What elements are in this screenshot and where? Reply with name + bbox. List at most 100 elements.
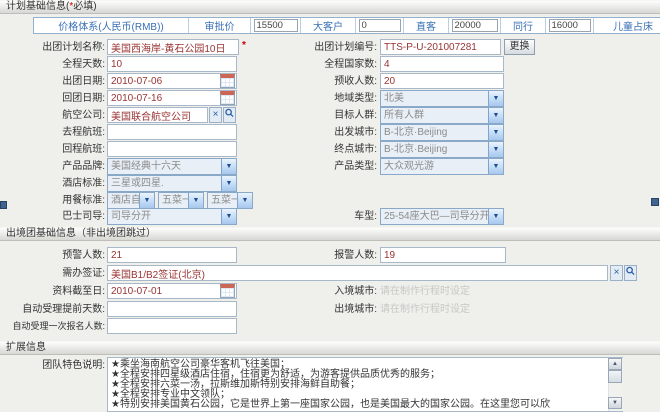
peer-input[interactable]: [549, 19, 591, 32]
clear-icon[interactable]: ×: [610, 265, 623, 281]
region-type-value: 北美: [384, 91, 488, 106]
selection-handle[interactable]: [651, 198, 659, 206]
key-account-cell: [356, 18, 404, 33]
exit-city-label: 出境城市:: [277, 301, 377, 318]
region-type-label: 地域类型:: [277, 90, 377, 107]
visa-label: 需办签证:: [0, 265, 105, 282]
airline-input[interactable]: [107, 107, 208, 123]
total-countries-input[interactable]: [380, 56, 504, 72]
expected-people-input[interactable]: [380, 73, 504, 89]
depart-city-select[interactable]: B-北京·Beijing▼: [380, 124, 504, 141]
expected-people-label: 预收人数:: [277, 73, 377, 90]
section-title-suffix: 必填): [73, 1, 96, 12]
scroll-down-icon[interactable]: ▼: [608, 397, 622, 409]
depart-date-input[interactable]: [107, 73, 237, 89]
team-feature-label: 团队特色说明:: [0, 357, 105, 374]
return-date-label: 回团日期:: [0, 90, 105, 107]
target-group-select[interactable]: 所有人群▼: [380, 107, 504, 124]
chevron-down-icon: ▼: [237, 193, 252, 208]
total-days-input[interactable]: [107, 56, 237, 72]
bus-guide-label: 巴士司导:: [0, 208, 105, 225]
product-type-label: 产品类型:: [277, 158, 377, 175]
hotel-standard-value: 三星或四星.: [111, 176, 221, 191]
plan-name-input[interactable]: [107, 39, 239, 55]
child-bed-label: 儿童占床: [594, 18, 660, 33]
peer-cell: [546, 18, 594, 33]
scrollbar-thumb[interactable]: [608, 370, 622, 383]
bus-guide-select[interactable]: 司导分开▼: [107, 208, 237, 225]
visa-input[interactable]: [107, 265, 608, 281]
product-type-select[interactable]: 大众观光游▼: [380, 158, 504, 175]
direct-customer-cell: [449, 18, 501, 33]
plan-no-input[interactable]: [380, 39, 501, 55]
scroll-up-icon[interactable]: ▲: [608, 358, 622, 370]
section-title: 扩展信息: [6, 342, 46, 353]
target-group-label: 目标人群:: [277, 107, 377, 124]
required-star: *: [242, 40, 246, 51]
entry-city-label: 入境城市:: [277, 283, 377, 300]
entry-city-hint: 请在制作行程时设定: [380, 283, 470, 300]
outbound-flight-input[interactable]: [107, 124, 237, 140]
calendar-icon[interactable]: [220, 91, 235, 105]
calendar-icon[interactable]: [220, 74, 235, 88]
chevron-down-icon: ▼: [139, 193, 154, 208]
change-button[interactable]: 更换: [504, 39, 535, 55]
plan-name-label: 出团计划名称:: [0, 39, 105, 56]
chevron-down-icon: ▼: [188, 193, 203, 208]
price-system-header: 价格体系(人民币(RMB)): [34, 18, 189, 33]
auto-accept-days-label: 自动受理提前天数:: [0, 301, 105, 318]
return-date-input[interactable]: [107, 90, 237, 106]
auto-accept-days-input[interactable]: [107, 301, 237, 317]
product-brand-label: 产品品牌:: [0, 158, 105, 175]
depart-date-label: 出团日期:: [0, 73, 105, 90]
chevron-down-icon: ▼: [488, 91, 503, 106]
chevron-down-icon: ▼: [488, 159, 503, 174]
outbound-flight-label: 去程航班:: [0, 124, 105, 141]
approve-price-input[interactable]: [254, 19, 298, 32]
team-feature-textarea[interactable]: ★乘坐海南航空公司豪华客机飞往美国； ★全程安排四星级酒店住宿，住宿更为舒适，为…: [107, 357, 623, 412]
meal-select-3[interactable]: 五菜一汤▼: [207, 192, 253, 209]
depart-city-label: 出发城市:: [277, 124, 377, 141]
vehicle-type-value: 25-54座大巴—司导分开: [384, 209, 488, 224]
region-type-select[interactable]: 北美▼: [380, 90, 504, 107]
key-account-label: 大客户: [301, 18, 356, 33]
auto-accept-people-input[interactable]: [107, 318, 237, 334]
hotel-standard-label: 酒店标准:: [0, 175, 105, 192]
section-title: 计划基础信息(: [6, 1, 69, 12]
end-city-select[interactable]: B-北京·Beijing▼: [380, 141, 504, 158]
plan-no-label: 出团计划编号:: [277, 39, 377, 56]
total-days-label: 全程天数:: [0, 56, 105, 73]
chevron-down-icon: ▼: [221, 159, 236, 174]
chevron-down-icon: ▼: [488, 142, 503, 157]
chevron-down-icon: ▼: [221, 176, 236, 191]
direct-customer-label: 直客: [404, 18, 449, 33]
bus-guide-value: 司导分开: [111, 209, 221, 224]
return-flight-input[interactable]: [107, 141, 237, 157]
direct-customer-input[interactable]: [452, 19, 498, 32]
meal-1-value: 酒店自助: [111, 193, 140, 208]
material-deadline-input[interactable]: [107, 283, 237, 299]
chevron-down-icon: ▼: [488, 108, 503, 123]
search-icon[interactable]: [223, 107, 236, 123]
calendar-icon[interactable]: [220, 284, 235, 298]
alarm-people-input[interactable]: [380, 247, 506, 263]
chevron-down-icon: ▼: [488, 125, 503, 140]
meal-select-2[interactable]: 五菜一汤▼: [158, 192, 204, 209]
search-icon[interactable]: [624, 265, 637, 281]
vehicle-type-label: 车型:: [277, 208, 377, 225]
product-brand-select[interactable]: 美国经典十六天▼: [107, 158, 237, 175]
approve-price-cell: [251, 18, 301, 33]
section-bar-outbound: 出境团基础信息（非出境团跳过）: [0, 227, 660, 241]
clear-icon[interactable]: ×: [209, 107, 222, 123]
warn-people-input[interactable]: [107, 247, 237, 263]
meal-select-1[interactable]: 酒店自助▼: [107, 192, 155, 209]
vehicle-type-select[interactable]: 25-54座大巴—司导分开▼: [380, 208, 504, 225]
meal-3-value: 五菜一汤: [211, 193, 238, 208]
chevron-down-icon: ▼: [221, 209, 236, 224]
exit-city-hint: 请在制作行程时设定: [380, 301, 470, 318]
hotel-standard-select[interactable]: 三星或四星.▼: [107, 175, 237, 192]
section-bar-basic: 计划基础信息(*必填): [0, 0, 660, 14]
target-group-value: 所有人群: [384, 108, 488, 123]
end-city-label: 终点城市:: [277, 141, 377, 158]
key-account-input[interactable]: [359, 19, 401, 32]
